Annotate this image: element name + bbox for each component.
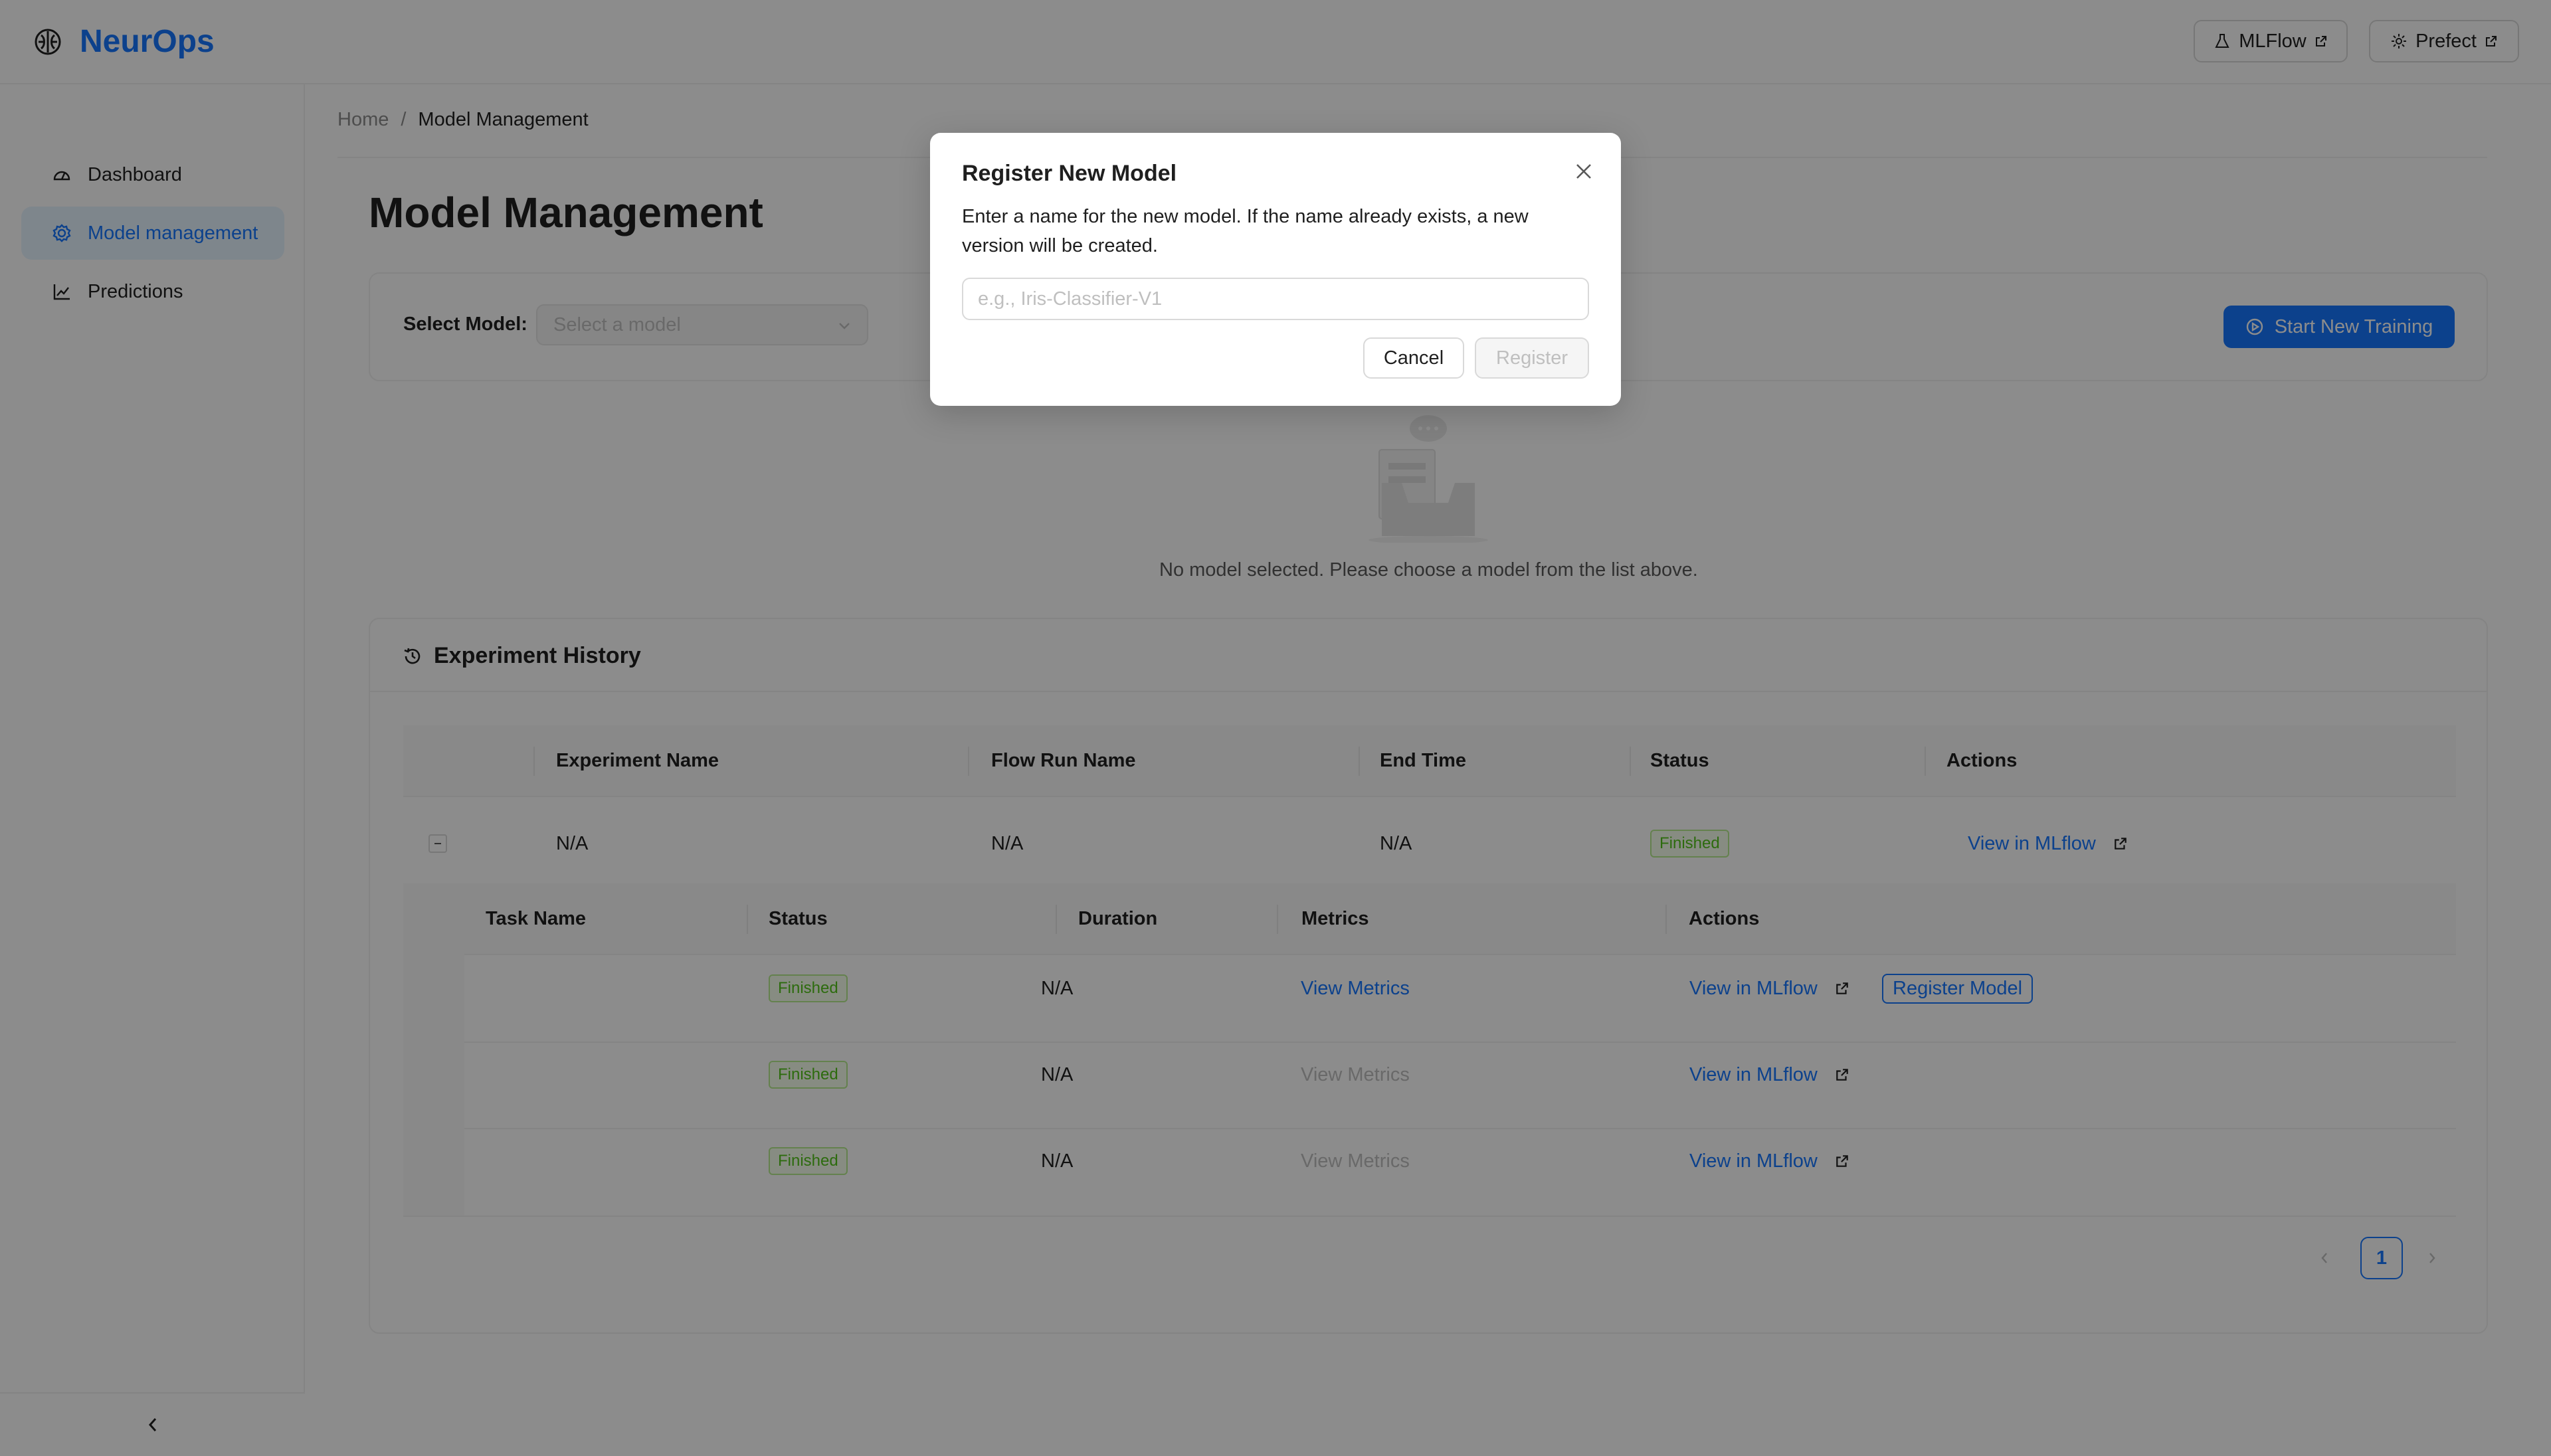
cancel-button[interactable]: Cancel — [1363, 337, 1464, 379]
model-name-input[interactable] — [962, 278, 1589, 320]
modal-title: Register New Model — [962, 161, 1177, 186]
close-icon[interactable] — [1573, 161, 1594, 182]
register-model-modal: Register New Model Enter a name for the … — [930, 133, 1621, 406]
modal-description: Enter a name for the new model. If the n… — [962, 206, 1529, 256]
register-button[interactable]: Register — [1475, 337, 1589, 379]
